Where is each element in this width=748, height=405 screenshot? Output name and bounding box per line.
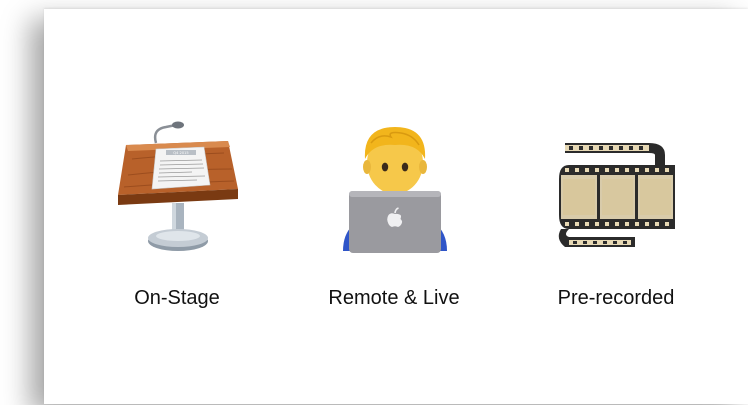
keynote-podium-icon: Q4 2015	[118, 121, 238, 251]
option-label: Remote & Live	[328, 287, 460, 309]
film-reel-icon	[558, 143, 675, 247]
option-label: On-Stage	[134, 287, 220, 309]
option-pre-recorded[interactable]: Pre-recorded	[516, 119, 716, 309]
option-remote-live[interactable]: Remote & Live	[294, 119, 494, 309]
podium-document-header: Q4 2015	[173, 151, 188, 155]
option-label: Pre-recorded	[557, 287, 675, 309]
person-with-laptop-icon	[343, 127, 447, 253]
presentation-slide: Q4 2015 On-Stage Remote & Live Pre-recor…	[44, 9, 748, 404]
option-on-stage[interactable]: Q4 2015 On-Stage	[77, 119, 277, 309]
